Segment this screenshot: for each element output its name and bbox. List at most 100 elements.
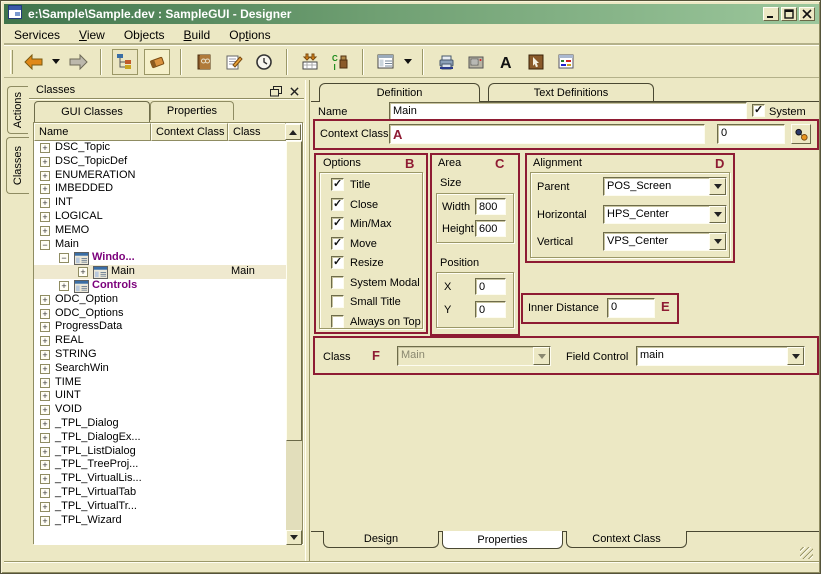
tree-row[interactable]: +LOGICAL <box>34 210 286 224</box>
dialogs-button[interactable] <box>554 50 578 74</box>
tree-row[interactable]: +_TPL_VirtualTr... <box>34 500 286 514</box>
side-tab-actions[interactable]: Actions <box>7 86 28 134</box>
collapse-toggle-icon[interactable]: − <box>59 253 69 263</box>
dropdown-button[interactable] <box>533 347 550 365</box>
class-combobox[interactable]: Main <box>397 346 551 366</box>
expand-toggle-icon[interactable]: + <box>40 184 50 194</box>
maximize-button[interactable] <box>781 7 797 21</box>
menu-item-options[interactable]: Options <box>229 28 270 42</box>
expand-toggle-icon[interactable]: + <box>40 157 50 167</box>
bitmaps-button[interactable] <box>524 50 548 74</box>
edit-source-button[interactable] <box>222 50 246 74</box>
tree-row[interactable]: +IMBEDDED <box>34 182 286 196</box>
close-checkbox[interactable] <box>331 198 344 211</box>
tree-row[interactable]: +DSC_TopicDef <box>34 155 286 169</box>
expand-toggle-icon[interactable]: + <box>40 198 50 208</box>
resize-checkbox[interactable] <box>331 256 344 269</box>
collapse-toggle-icon[interactable]: − <box>40 240 50 250</box>
expand-toggle-icon[interactable]: + <box>40 405 50 415</box>
tab-properties[interactable]: Properties <box>442 531 563 549</box>
expand-toggle-icon[interactable]: + <box>40 378 50 388</box>
tree-row[interactable]: +STRING <box>34 348 286 362</box>
vertical-scrollbar[interactable] <box>286 141 302 545</box>
float-panel-button[interactable] <box>269 85 283 98</box>
context-link-button[interactable] <box>791 124 811 144</box>
tab-gui-classes[interactable]: GUI Classes <box>34 101 150 122</box>
expand-toggle-icon[interactable]: + <box>40 295 50 305</box>
minimize-button[interactable] <box>763 7 779 21</box>
tree-row[interactable]: +ENUMERATION <box>34 169 286 183</box>
expand-toggle-icon[interactable]: + <box>40 516 50 526</box>
tree-row[interactable]: +_TPL_DialogEx... <box>34 431 286 445</box>
manual-button[interactable] <box>192 50 216 74</box>
dropdown-button[interactable] <box>787 347 804 365</box>
scroll-up-button[interactable] <box>285 124 301 140</box>
horizontal-combobox[interactable]: HPS_Center <box>603 205 727 224</box>
expand-toggle-icon[interactable]: + <box>40 322 50 332</box>
expand-toggle-icon[interactable]: + <box>59 281 69 291</box>
history-button[interactable] <box>252 50 276 74</box>
print-button[interactable] <box>434 50 458 74</box>
side-tab-classes[interactable]: Classes <box>6 137 29 194</box>
expand-toggle-icon[interactable]: + <box>40 350 50 360</box>
x-input[interactable]: 0 <box>475 278 506 295</box>
design-mode-button[interactable] <box>144 49 170 75</box>
tree-row[interactable]: +INT <box>34 196 286 210</box>
tree-row[interactable]: +DSC_Topic <box>34 141 286 155</box>
tree-row[interactable]: +Controls <box>34 279 286 293</box>
back-button[interactable] <box>22 50 46 74</box>
resize-grip[interactable] <box>800 547 813 559</box>
window-list-button[interactable] <box>374 50 398 74</box>
expand-toggle-icon[interactable]: + <box>40 419 50 429</box>
expand-toggle-icon[interactable]: + <box>78 267 88 277</box>
expand-toggle-icon[interactable]: + <box>40 474 50 484</box>
back-history-button[interactable] <box>50 50 62 74</box>
expand-toggle-icon[interactable]: + <box>40 309 50 319</box>
toolbar-handle[interactable] <box>10 50 13 74</box>
expand-toggle-icon[interactable]: + <box>40 336 50 346</box>
tab-definition[interactable]: Definition <box>319 83 480 102</box>
class-tree-button[interactable] <box>112 49 138 75</box>
width-input[interactable]: 800 <box>475 198 506 215</box>
generate-code-button[interactable]: CI <box>328 50 352 74</box>
expand-toggle-icon[interactable]: + <box>40 143 50 153</box>
tree-row[interactable]: +_TPL_TreeProj... <box>34 458 286 472</box>
expand-toggle-icon[interactable]: + <box>40 502 50 512</box>
dropdown-button[interactable] <box>709 233 726 250</box>
title-checkbox[interactable] <box>331 178 344 191</box>
tree-row[interactable]: −Windo... <box>34 251 286 265</box>
menu-item-build[interactable]: Build <box>184 28 211 42</box>
expand-toggle-icon[interactable]: + <box>40 433 50 443</box>
menu-item-services[interactable]: Services <box>14 28 60 42</box>
tree-row[interactable]: +_TPL_VirtualLis... <box>34 472 286 486</box>
menu-item-view[interactable]: View <box>79 28 105 42</box>
tree-row[interactable]: +TIME <box>34 376 286 390</box>
parent-combobox[interactable]: POS_Screen <box>603 177 727 196</box>
tree-row[interactable]: +_TPL_Wizard <box>34 514 286 528</box>
tree-row[interactable]: +ProgressData <box>34 320 286 334</box>
print-setup-button[interactable] <box>464 50 488 74</box>
y-input[interactable]: 0 <box>475 301 506 318</box>
context-count-input[interactable]: 0 <box>717 124 785 144</box>
expand-toggle-icon[interactable]: + <box>40 364 50 374</box>
expand-toggle-icon[interactable]: + <box>40 171 50 181</box>
expand-toggle-icon[interactable]: + <box>40 212 50 222</box>
column-header-name[interactable]: Name <box>34 123 151 141</box>
tree-row[interactable]: +MainMain <box>34 265 286 279</box>
scrollbar-thumb[interactable] <box>286 141 302 441</box>
tree-row[interactable]: +_TPL_ListDialog <box>34 445 286 459</box>
menu-item-objects[interactable]: Objects <box>124 28 165 42</box>
tree-row[interactable]: −Main <box>34 238 286 252</box>
expand-toggle-icon[interactable]: + <box>40 460 50 470</box>
window-list-menu-button[interactable] <box>402 50 414 74</box>
field-control-combobox[interactable]: main <box>636 346 805 366</box>
dropdown-button[interactable] <box>709 178 726 195</box>
expand-toggle-icon[interactable]: + <box>40 391 50 401</box>
close-button[interactable] <box>799 7 815 21</box>
fonts-button[interactable]: A <box>494 50 518 74</box>
vertical-combobox[interactable]: VPS_Center <box>603 232 727 251</box>
small-title-checkbox[interactable] <box>331 295 344 308</box>
height-input[interactable]: 600 <box>475 220 506 237</box>
tree-row[interactable]: +_TPL_VirtualTab <box>34 486 286 500</box>
tree-row[interactable]: +ODC_Option <box>34 293 286 307</box>
